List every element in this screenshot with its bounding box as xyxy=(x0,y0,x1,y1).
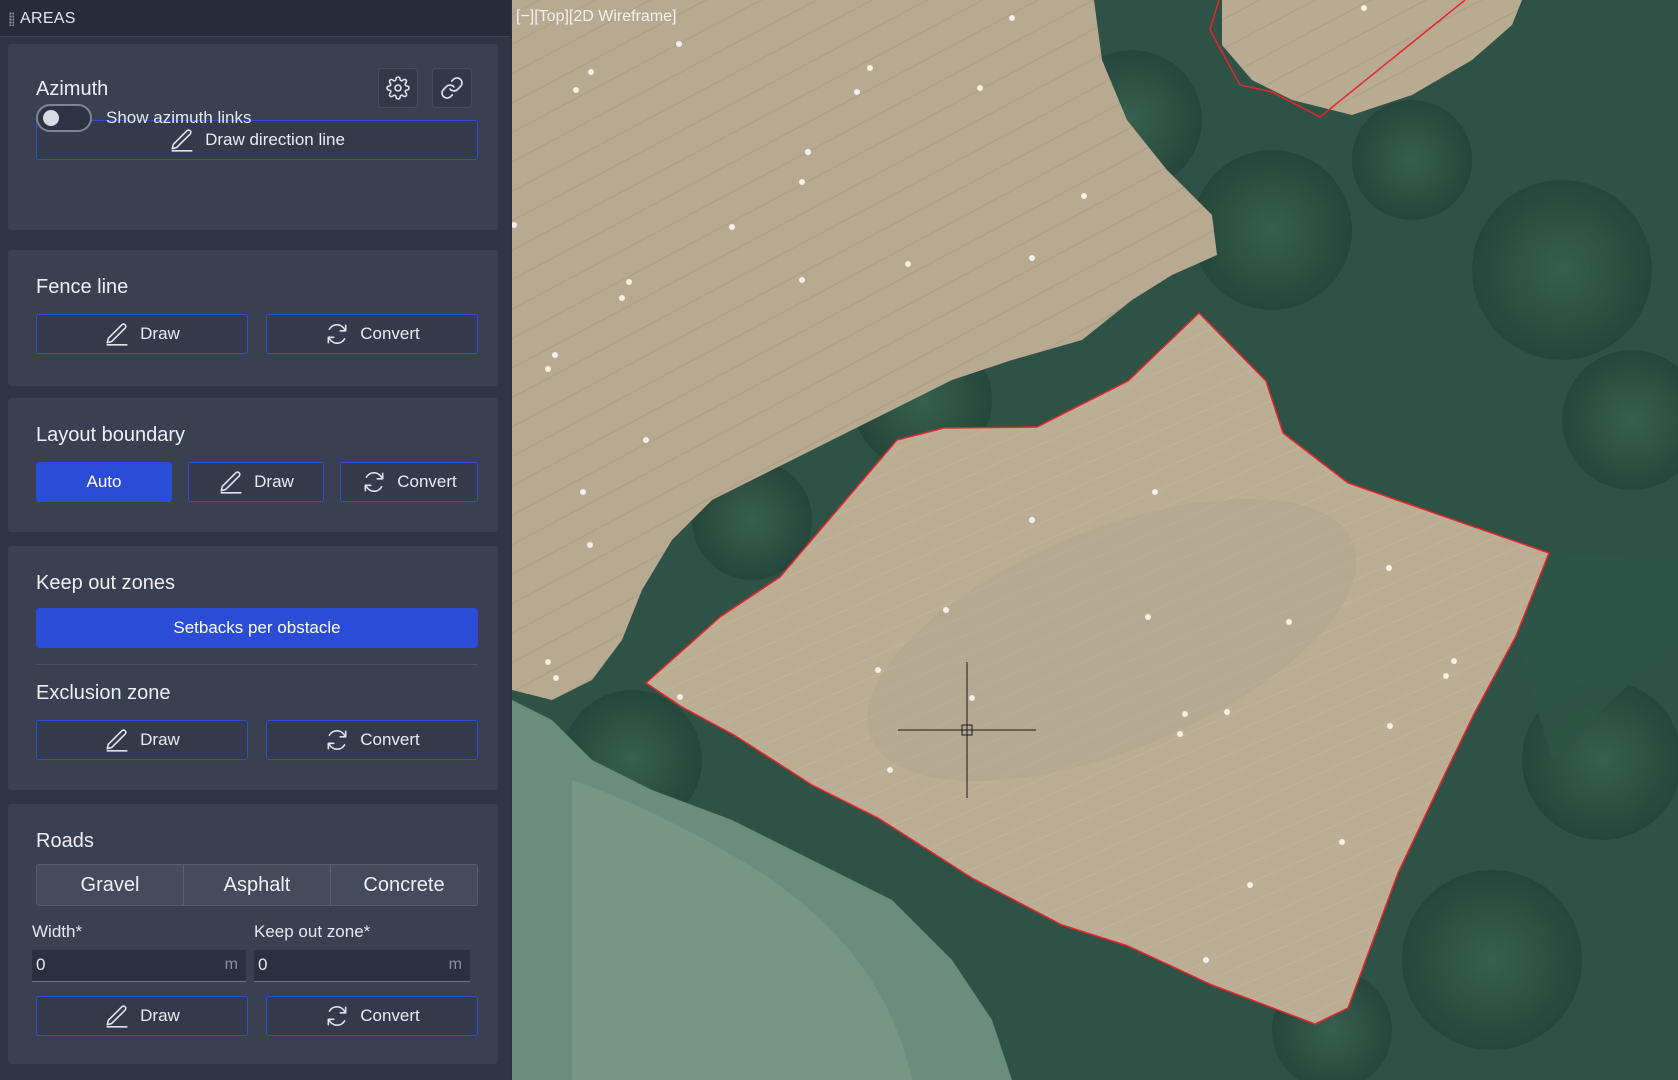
viewport-label[interactable]: [−][Top][2D Wireframe] xyxy=(516,8,677,26)
keep-out-zones-section: Keep out zones Setbacks per obstacle Exc… xyxy=(8,546,498,790)
boundary-auto-label: Auto xyxy=(86,472,122,491)
show-azimuth-links-toggle[interactable] xyxy=(36,104,92,132)
setbacks-per-obstacle-label: Setbacks per obstacle xyxy=(173,618,341,637)
pencil-icon xyxy=(106,729,128,752)
boundary-convert-button[interactable]: Convert xyxy=(340,462,478,502)
pencil-icon xyxy=(106,1005,128,1028)
roads-draw-label: Draw xyxy=(140,1006,180,1025)
drag-grip-icon[interactable] xyxy=(9,12,14,26)
show-azimuth-links-label: Show azimuth links xyxy=(106,108,252,127)
panel-title: AREAS xyxy=(20,10,76,27)
exclusion-convert-button[interactable]: Convert xyxy=(266,720,478,760)
roads-title: Roads xyxy=(36,830,94,852)
road-type-asphalt[interactable]: Asphalt xyxy=(184,865,331,905)
roads-draw-button[interactable]: Draw xyxy=(36,996,248,1036)
road-type-selector: Gravel Asphalt Concrete xyxy=(36,864,478,906)
azimuth-link-button[interactable] xyxy=(432,68,472,108)
roads-convert-label: Convert xyxy=(360,1006,420,1025)
fence-convert-button[interactable]: Convert xyxy=(266,314,478,354)
aerial-map[interactable] xyxy=(512,0,1678,1080)
refresh-icon xyxy=(364,472,384,492)
exclusion-draw-label: Draw xyxy=(140,730,180,749)
refresh-icon xyxy=(327,1006,347,1026)
areas-panel: AREAS Azimuth Draw direction line Show a… xyxy=(0,0,510,1080)
cad-viewport[interactable]: [−][Top][2D Wireframe] xyxy=(512,0,1678,1080)
road-type-concrete[interactable]: Concrete xyxy=(331,865,477,905)
refresh-icon xyxy=(327,324,347,344)
road-width-unit: m xyxy=(224,956,238,973)
azimuth-section: Azimuth Draw direction line Show azimuth… xyxy=(8,44,498,230)
fence-line-section: Fence line Draw Convert xyxy=(8,250,498,386)
roads-section: Roads Gravel Asphalt Concrete Width* m K… xyxy=(8,804,498,1064)
link-icon xyxy=(441,77,463,99)
road-width-label: Width* xyxy=(32,922,83,941)
section-divider xyxy=(36,664,478,665)
layout-boundary-section: Layout boundary Auto Draw Convert xyxy=(8,398,498,532)
setbacks-per-obstacle-button[interactable]: Setbacks per obstacle xyxy=(36,608,478,648)
road-type-gravel[interactable]: Gravel xyxy=(37,865,184,905)
pencil-icon xyxy=(106,323,128,346)
road-width-field: m xyxy=(32,950,246,982)
refresh-icon xyxy=(327,730,347,750)
fence-line-title: Fence line xyxy=(36,276,129,298)
panel-header[interactable]: AREAS xyxy=(0,0,510,37)
road-width-input[interactable] xyxy=(32,950,220,980)
fence-convert-label: Convert xyxy=(360,324,420,343)
draw-direction-line-label: Draw direction line xyxy=(205,130,345,149)
azimuth-title: Azimuth xyxy=(36,78,109,100)
pencil-icon xyxy=(220,471,242,494)
boundary-convert-label: Convert xyxy=(397,472,457,491)
roads-convert-button[interactable]: Convert xyxy=(266,996,478,1036)
layout-boundary-title: Layout boundary xyxy=(36,424,186,446)
boundary-draw-label: Draw xyxy=(254,472,294,491)
road-keepout-input[interactable] xyxy=(254,950,442,980)
boundary-auto-button[interactable]: Auto xyxy=(36,462,172,502)
pencil-icon xyxy=(171,129,193,152)
draw-direction-line-button[interactable]: Draw direction line xyxy=(36,120,478,160)
azimuth-settings-button[interactable] xyxy=(378,68,418,108)
exclusion-convert-label: Convert xyxy=(360,730,420,749)
boundary-draw-button[interactable]: Draw xyxy=(188,462,324,502)
road-keepout-field: m xyxy=(254,950,470,982)
toggle-knob xyxy=(43,110,59,126)
keep-out-zones-title: Keep out zones xyxy=(36,572,175,594)
road-keepout-label: Keep out zone* xyxy=(254,922,371,941)
road-keepout-unit: m xyxy=(448,956,462,973)
fence-draw-button[interactable]: Draw xyxy=(36,314,248,354)
fence-draw-label: Draw xyxy=(140,324,180,343)
exclusion-zone-title: Exclusion zone xyxy=(36,682,171,704)
gear-icon xyxy=(386,76,410,100)
exclusion-draw-button[interactable]: Draw xyxy=(36,720,248,760)
